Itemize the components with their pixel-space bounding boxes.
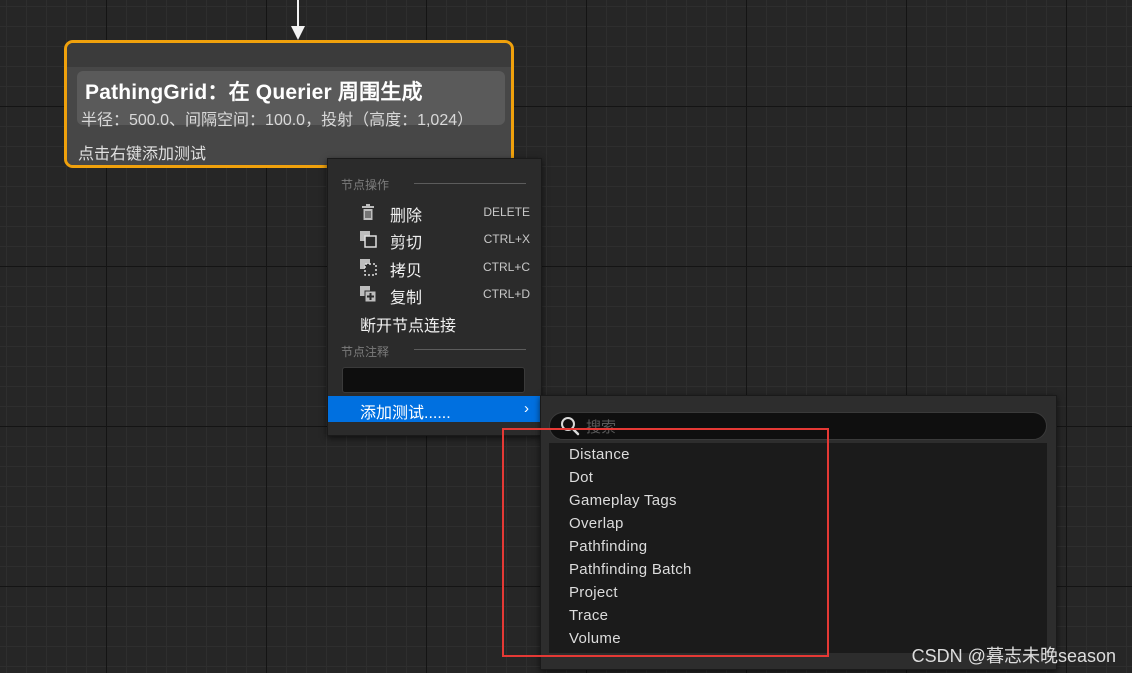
context-menu: 节点操作 删除 DELETE 剪切 CTRL+X 拷贝 CTRL+C 复制 CT… (327, 158, 542, 436)
watermark: CSDN @暮志未晚season (911, 646, 1116, 666)
node-hint: 点击右键添加测试 (78, 146, 207, 163)
menu-item-shortcut: DELETE (483, 205, 530, 219)
graph-canvas[interactable]: PathingGrid：在 Querier 周围生成 半径：500.0、间隔空间… (0, 0, 1132, 673)
menu-item-label: 添加测试...... (360, 405, 451, 422)
chevron-right-icon: › (524, 400, 529, 417)
menu-item-label: 复制 (390, 290, 423, 307)
copy-icon (360, 259, 377, 276)
node-title: PathingGrid：在 Querier 周围生成 (85, 81, 423, 104)
wire-arrow-icon (291, 26, 305, 40)
menu-item-shortcut: CTRL+C (482, 260, 530, 274)
menu-item-shortcut: CTRL+D (482, 287, 530, 301)
menu-item-duplicate[interactable]: 复制 CTRL+D (328, 281, 541, 307)
menu-item-shortcut: CTRL+X (483, 232, 530, 246)
section-divider (414, 349, 526, 350)
section-divider (414, 183, 526, 184)
trash-icon (362, 204, 374, 220)
menu-item-cut[interactable]: 剪切 CTRL+X (328, 226, 541, 252)
menu-item-label: 剪切 (390, 235, 423, 252)
section-header-node-actions: 节点操作 (341, 178, 390, 192)
menu-item-break-links[interactable]: 断开节点连接 (328, 309, 541, 335)
node-header (67, 43, 511, 67)
menu-item-copy[interactable]: 拷贝 CTRL+C (328, 254, 541, 280)
node-comment-input[interactable] (342, 367, 525, 393)
menu-item-label: 拷贝 (390, 263, 423, 280)
cut-icon (360, 231, 377, 248)
annotation-highlight-box (502, 428, 829, 657)
node-subtitle: 半径：500.0、间隔空间：100.0，投射（高度：1,024） (81, 112, 474, 129)
generator-node[interactable]: PathingGrid：在 Querier 周围生成 半径：500.0、间隔空间… (64, 40, 514, 168)
menu-item-label: 断开节点连接 (360, 318, 457, 335)
menu-item-delete[interactable]: 删除 DELETE (328, 199, 541, 225)
duplicate-icon (360, 286, 377, 303)
menu-item-add-test[interactable]: 添加测试...... › (328, 396, 541, 422)
menu-item-label: 删除 (390, 208, 423, 225)
section-header-node-comment: 节点注释 (341, 345, 390, 359)
